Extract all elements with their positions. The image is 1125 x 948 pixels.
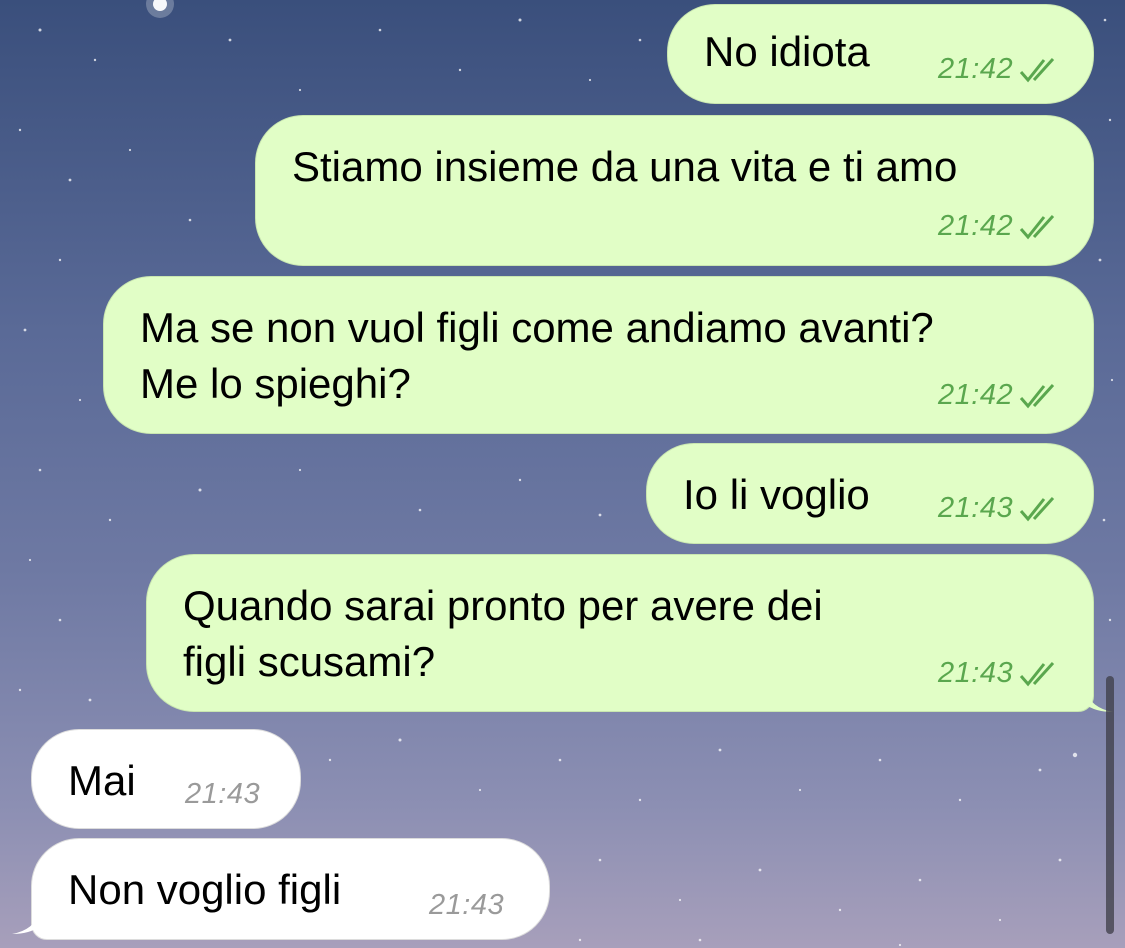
message-text: Io li voglio: [683, 471, 870, 518]
message-text: No idiota: [704, 28, 870, 75]
message-meta: 21:42: [938, 210, 1063, 243]
chat-scrollbar[interactable]: [1106, 676, 1114, 934]
message-bubble-outgoing[interactable]: Io li voglio 21:43: [646, 443, 1094, 544]
message-text: Me lo spieghi?: [140, 360, 411, 407]
message-text: Non voglio figli: [68, 866, 342, 913]
message-meta: 21:43: [938, 657, 1063, 690]
message-meta: 21:42: [938, 379, 1063, 412]
message-text: Ma se non vuol figli come andiamo avanti…: [140, 304, 934, 351]
message-text: Mai: [68, 757, 136, 804]
message-meta: 21:42: [938, 53, 1063, 86]
message-time: 21:43: [938, 657, 1014, 689]
message-bubble-incoming[interactable]: Mai 21:43: [31, 729, 301, 829]
double-check-icon: [1019, 58, 1055, 83]
double-check-icon: [1019, 384, 1055, 409]
message-text: Quando sarai pronto per avere dei: [183, 582, 823, 629]
double-check-icon: [1019, 215, 1055, 240]
message-meta: 21:43: [938, 492, 1063, 525]
message-time: 21:43: [185, 778, 261, 810]
message-bubble-outgoing[interactable]: Stiamo insieme da una vita e ti amo 21:4…: [255, 115, 1094, 266]
message-time: 21:42: [938, 210, 1014, 242]
message-time: 21:43: [938, 492, 1014, 524]
message-bubble-outgoing[interactable]: Quando sarai pronto per avere dei figli …: [146, 554, 1094, 712]
message-text: Stiamo insieme da una vita e ti amo: [292, 143, 958, 190]
message-bubble-outgoing[interactable]: Ma se non vuol figli come andiamo avanti…: [103, 276, 1094, 434]
message-time: 21:42: [938, 53, 1014, 85]
message-time: 21:42: [938, 379, 1014, 411]
message-text: figli scusami?: [183, 638, 436, 685]
double-check-icon: [1019, 497, 1055, 522]
message-bubble-incoming[interactable]: Non voglio figli 21:43: [31, 838, 550, 940]
message-time: 21:43: [429, 889, 505, 921]
message-bubble-outgoing[interactable]: No idiota 21:42: [667, 4, 1094, 104]
double-check-icon: [1019, 662, 1055, 687]
bubble-tail-incoming: [12, 912, 40, 934]
